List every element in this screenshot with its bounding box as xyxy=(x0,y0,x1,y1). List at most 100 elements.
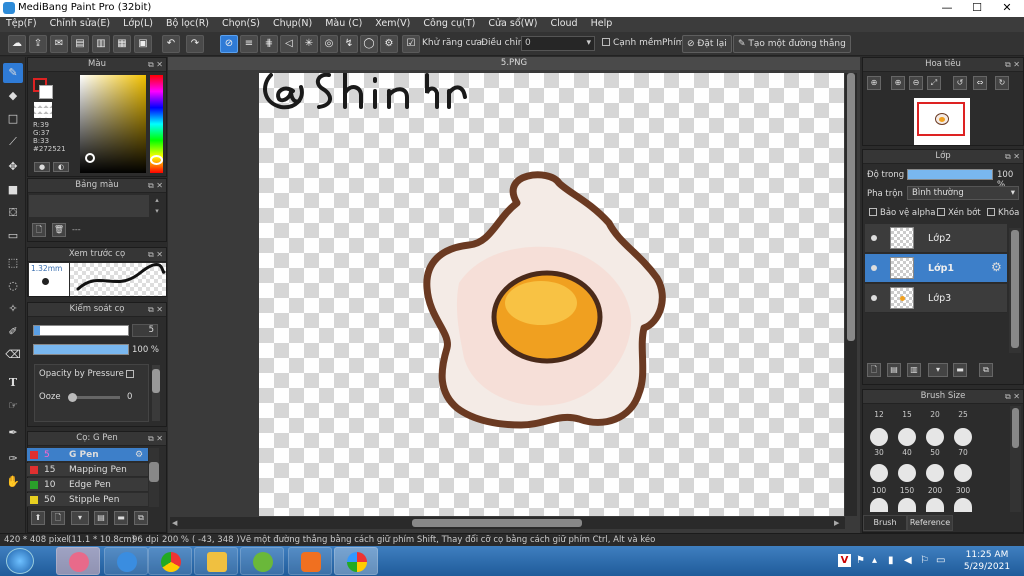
folder-icon[interactable]: ▬ xyxy=(114,511,128,525)
make-line-button[interactable]: ✎ Tạo một đường thẳng xyxy=(733,35,851,53)
layer-opacity-slider[interactable] xyxy=(907,169,993,180)
blend-mode-select[interactable]: Bình thường ▾ xyxy=(907,186,1019,200)
reset-button[interactable]: ⊘ Đặt lại xyxy=(682,35,732,53)
select-rect-tool-icon[interactable]: ⬚ xyxy=(3,253,23,273)
new-halftone-layer-icon[interactable]: ▤ xyxy=(887,363,901,377)
menu-select[interactable]: Chọn(S) xyxy=(222,17,260,29)
tray-battery-icon[interactable]: ▭ xyxy=(936,555,945,566)
size-dot-row-5[interactable] xyxy=(954,498,972,512)
vanish-snap-icon[interactable]: ◁ xyxy=(280,35,298,53)
brush-settings-icon[interactable]: ▤ xyxy=(94,511,108,525)
panel-icon[interactable]: ▣ xyxy=(134,35,152,53)
new-palette-icon[interactable]: 🗋 xyxy=(32,223,46,237)
document-icon[interactable]: ▤ xyxy=(71,35,89,53)
tray-signal-icon[interactable]: ▮ xyxy=(888,555,894,566)
maximize-button[interactable]: ☐ xyxy=(962,0,992,17)
panel-options-icon[interactable]: ⧉ ✕ xyxy=(148,179,163,192)
new-layer-icon[interactable]: 🗋 xyxy=(867,363,881,377)
duplicate-icon[interactable]: ⧉ xyxy=(134,511,148,525)
hand-tool-icon[interactable]: ✋ xyxy=(3,472,23,492)
magic-wand-tool-icon[interactable]: ✧ xyxy=(3,299,23,319)
brush-item-stipple-pen[interactable]: 50 Stipple Pen xyxy=(27,493,148,507)
pen-tool-icon[interactable]: ✑ xyxy=(3,449,23,469)
select-pen-tool-icon[interactable]: ✐ xyxy=(3,322,23,342)
size-dot-100[interactable] xyxy=(870,464,888,482)
tray-arrow-icon[interactable]: ▴ xyxy=(872,555,877,566)
hue-slider[interactable] xyxy=(150,75,163,173)
taskbar-app-media[interactable] xyxy=(288,547,332,575)
curve-snap-icon[interactable]: ↯ xyxy=(340,35,358,53)
zoom-out-icon[interactable]: ⊖ xyxy=(909,76,923,90)
brush-menu-icon[interactable]: ▾ xyxy=(71,511,89,525)
delete-palette-icon[interactable]: 🗑 xyxy=(52,223,66,237)
size-dot-50[interactable] xyxy=(926,428,944,446)
rectangle-tool-icon[interactable]: □ xyxy=(3,109,23,129)
menu-cloud[interactable]: Cloud xyxy=(550,17,577,29)
eraser-tool-icon[interactable]: ◆ xyxy=(3,86,23,106)
operation-tool-icon[interactable]: ☞ xyxy=(3,396,23,416)
taskbar-app-explorer[interactable] xyxy=(194,547,238,575)
rotate-right-icon[interactable]: ↻ xyxy=(995,76,1009,90)
size-dot-200[interactable] xyxy=(926,464,944,482)
menu-layer[interactable]: Lớp(L) xyxy=(123,17,153,29)
select-eraser-tool-icon[interactable]: ⌫ xyxy=(3,345,23,365)
menu-view[interactable]: Xem(V) xyxy=(375,17,410,29)
size-dot-40[interactable] xyxy=(898,428,916,446)
menu-edit[interactable]: Chỉnh sửa(E) xyxy=(50,17,111,29)
brush-size-scrollbar[interactable] xyxy=(1010,406,1021,512)
brush-size-value[interactable]: 5 xyxy=(132,324,158,337)
grid-icon[interactable]: ▦ xyxy=(113,35,131,53)
tab-reference[interactable]: Reference xyxy=(907,515,953,531)
menu-color[interactable]: Màu (C) xyxy=(325,17,362,29)
taskbar-app-coccoc[interactable] xyxy=(240,547,284,575)
comment-icon[interactable]: ✉ xyxy=(50,35,68,53)
vertical-scroll-thumb[interactable] xyxy=(847,73,855,341)
menu-snap[interactable]: Chụp(N) xyxy=(273,17,312,29)
close-button[interactable]: ✕ xyxy=(992,0,1022,17)
canvas-vertical-scrollbar[interactable] xyxy=(845,73,857,516)
visibility-icon[interactable] xyxy=(871,235,877,241)
brush-item-edge-pen[interactable]: 10 Edge Pen xyxy=(27,478,148,492)
tray-flag-icon[interactable]: ⚐ xyxy=(920,555,929,566)
protect-alpha-checkbox[interactable]: Bảo vệ alpha xyxy=(869,208,935,218)
menu-window[interactable]: Cửa sổ(W) xyxy=(488,17,537,29)
panel-options-icon[interactable]: ⧉ ✕ xyxy=(148,58,163,71)
gear-icon[interactable]: ⚙ xyxy=(135,448,143,462)
ooze-slider[interactable] xyxy=(68,393,120,402)
fill-rect-tool-icon[interactable]: ■ xyxy=(3,180,23,200)
parallel-snap-icon[interactable]: ≡ xyxy=(240,35,258,53)
swap-color-button[interactable]: ◐ xyxy=(53,162,69,172)
bucket-tool-icon[interactable]: ⛋ xyxy=(3,203,23,223)
document-tab[interactable]: 5.PNG xyxy=(168,57,860,70)
taskbar-app-ie[interactable] xyxy=(104,547,148,575)
taskbar-clock[interactable]: 11:25 AM 5/29/2021 xyxy=(962,549,1012,573)
text-tool-icon[interactable]: T xyxy=(3,373,23,393)
brush-item-g-pen[interactable]: 5 G Pen ⚙ xyxy=(27,448,148,462)
menu-help[interactable]: Help xyxy=(591,17,613,29)
duplicate-icon[interactable]: ⧉ xyxy=(979,363,993,377)
ellipse-snap-icon[interactable]: ◯ xyxy=(360,35,378,53)
size-dot-150[interactable] xyxy=(898,464,916,482)
folder-icon[interactable]: ▬ xyxy=(953,363,967,377)
tray-network-icon[interactable]: ⚑ xyxy=(856,555,865,566)
canvas-horizontal-scrollbar[interactable]: ◀ ▶ xyxy=(170,517,845,529)
color-picker-square[interactable] xyxy=(80,75,146,173)
cross-snap-icon[interactable]: ⋕ xyxy=(260,35,278,53)
palette-scroll-icon[interactable]: ▴ ▾ xyxy=(152,195,162,217)
lock-checkbox[interactable]: Khóa xyxy=(987,208,1019,218)
snap-soft-checkbox[interactable]: Cạnh mềm xyxy=(602,38,662,48)
minimize-button[interactable]: — xyxy=(932,0,962,17)
new-8bit-layer-icon[interactable]: ▥ xyxy=(907,363,921,377)
taskbar-app-chrome[interactable] xyxy=(148,547,192,575)
zoom-in-icon[interactable]: ⊕ xyxy=(867,76,881,90)
layer-row-3[interactable]: Lớp3 xyxy=(865,284,1007,313)
color-mode-button[interactable]: ● xyxy=(34,162,50,172)
navigator-view-rect[interactable] xyxy=(917,102,965,136)
scroll-left-icon[interactable]: ◀ xyxy=(172,519,177,527)
clipping-checkbox[interactable]: Xén bớt xyxy=(937,208,981,218)
zoom-in-icon[interactable]: ⊕ xyxy=(891,76,905,90)
undo-icon[interactable]: ↶ xyxy=(162,35,180,53)
size-dot-row-5[interactable] xyxy=(898,498,916,512)
size-dot-30[interactable] xyxy=(870,428,888,446)
brush-tool-icon[interactable]: ✎ xyxy=(3,63,23,83)
